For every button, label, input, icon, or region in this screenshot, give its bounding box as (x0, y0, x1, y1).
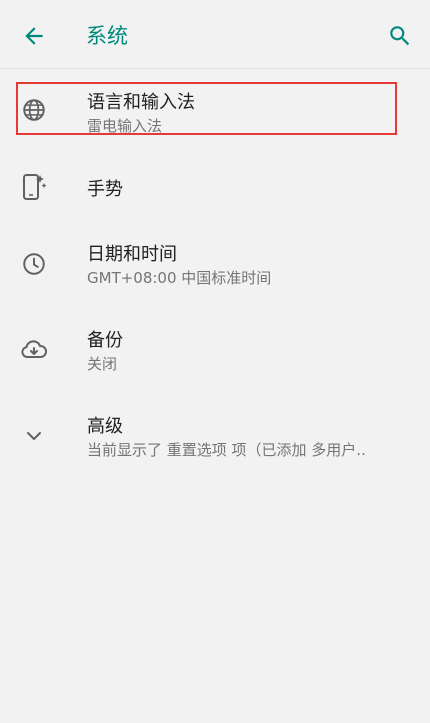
selection-highlight (16, 82, 397, 135)
cloud-backup-icon (18, 334, 50, 366)
settings-item-gestures[interactable]: 手势 (0, 162, 430, 212)
search-icon (390, 26, 410, 46)
settings-item-backup[interactable]: 备份 关闭 (0, 322, 430, 382)
page-title: 系统 (86, 24, 128, 48)
item-title: 高级 (87, 416, 123, 437)
item-subtitle: 当前显示了 重置选项 项（已添加 多用户.. (87, 441, 366, 459)
item-subtitle: 关闭 (87, 355, 118, 373)
chevron-down-icon (18, 420, 50, 452)
clock-icon (18, 248, 50, 280)
back-button[interactable] (18, 20, 50, 52)
item-subtitle: GMT+08:00 中国标准时间 (87, 269, 272, 287)
gesture-phone-icon (18, 171, 50, 203)
item-title: 日期和时间 (87, 244, 177, 265)
item-title: 备份 (87, 330, 123, 351)
settings-item-advanced[interactable]: 高级 当前显示了 重置选项 项（已添加 多用户.. (0, 408, 430, 468)
app-bar: 系统 (0, 0, 430, 69)
arrow-back-icon (25, 27, 43, 45)
item-title: 手势 (87, 179, 123, 200)
search-button[interactable] (384, 20, 416, 52)
settings-item-date-time[interactable]: 日期和时间 GMT+08:00 中国标准时间 (0, 236, 430, 296)
